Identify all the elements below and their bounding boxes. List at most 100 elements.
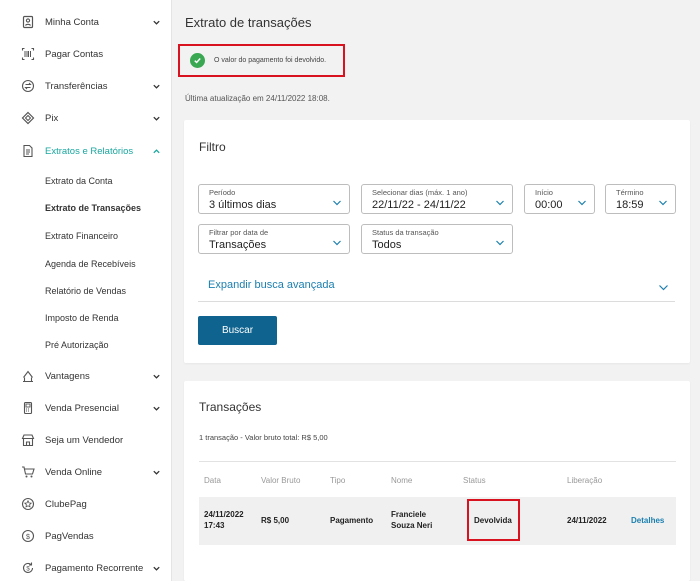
sidebar-item-minha-conta[interactable]: Minha Conta xyxy=(0,10,172,34)
field-label: Início xyxy=(535,188,553,197)
subitem-pre-autorizacao[interactable]: Pré Autorização xyxy=(45,338,109,352)
alert-message: O valor do pagamento foi devolvido. xyxy=(214,57,327,64)
sidebar: Minha Conta Pagar Contas Transferências … xyxy=(0,0,172,581)
sidebar-item-seja-vendedor[interactable]: Seja um Vendedor xyxy=(0,428,172,452)
sidebar-item-label: Transferências xyxy=(45,80,108,92)
chevron-down-icon xyxy=(151,17,161,27)
expand-label: Expandir busca avançada xyxy=(208,279,335,291)
sidebar-item-vantagens[interactable]: Vantagens xyxy=(0,364,172,388)
header-liberacao: Liberação xyxy=(567,476,603,485)
search-button[interactable]: Buscar xyxy=(198,316,277,345)
cell-liberacao: 24/11/2022 xyxy=(567,516,607,525)
status-highlight-box xyxy=(467,499,520,541)
sidebar-item-extratos-relatorios[interactable]: Extratos e Relatórios xyxy=(0,139,172,163)
subitem-extrato-transacoes[interactable]: Extrato de Transações xyxy=(45,201,141,215)
sidebar-item-label: Pagamento Recorrente xyxy=(45,562,144,574)
field-label: Selecionar dias (máx. 1 ano) xyxy=(372,188,468,197)
transactions-title: Transações xyxy=(199,400,262,414)
inicio-select[interactable]: Início 00:00 xyxy=(524,184,595,214)
barcode-icon xyxy=(20,46,36,62)
header-nome: Nome xyxy=(391,476,413,485)
success-alert: O valor do pagamento foi devolvido. xyxy=(178,44,345,77)
cell-nome-line1: Franciele xyxy=(391,510,427,519)
cell-nome-line2: Souza Neri xyxy=(391,521,433,530)
subitem-extrato-conta[interactable]: Extrato da Conta xyxy=(45,174,113,188)
chevron-down-icon xyxy=(151,563,161,573)
cell-valor-bruto: R$ 5,00 xyxy=(261,516,290,525)
field-value: 3 últimos dias xyxy=(209,199,277,211)
transactions-card: Transações 1 transação - Valor bruto tot… xyxy=(184,381,690,581)
field-value: 18:59 xyxy=(616,199,644,211)
table-divider xyxy=(199,461,676,462)
cart-icon xyxy=(20,464,36,480)
sidebar-item-label: Venda Online xyxy=(45,466,103,478)
chevron-down-icon xyxy=(151,467,161,477)
date-range-select[interactable]: Selecionar dias (máx. 1 ano) 22/11/22 - … xyxy=(361,184,513,214)
termino-select[interactable]: Término 18:59 xyxy=(605,184,676,214)
sidebar-item-label: PagVendas xyxy=(45,530,94,542)
sidebar-item-pagvendas[interactable]: $ PagVendas xyxy=(0,524,172,548)
chevron-down-icon xyxy=(577,195,587,206)
subitem-imposto-renda[interactable]: Imposto de Renda xyxy=(45,311,119,325)
sidebar-item-venda-presencial[interactable]: Venda Presencial xyxy=(0,396,172,420)
chevron-down-icon xyxy=(332,235,342,246)
sidebar-item-pix[interactable]: Pix xyxy=(0,106,172,130)
recurring-icon: $ xyxy=(20,560,36,576)
sidebar-item-label: Minha Conta xyxy=(45,16,99,28)
chevron-down-icon xyxy=(658,195,668,206)
expand-advanced-search[interactable]: Expandir busca avançada xyxy=(198,272,675,302)
field-value: 00:00 xyxy=(535,199,563,211)
chevron-down-icon xyxy=(151,371,161,381)
sidebar-item-clubepag[interactable]: ClubePag xyxy=(0,492,172,516)
chevron-down-icon xyxy=(332,195,342,206)
filter-title: Filtro xyxy=(199,140,226,154)
header-data: Data xyxy=(204,476,221,485)
chevron-down-icon xyxy=(151,81,161,91)
sidebar-item-label: Venda Presencial xyxy=(45,402,119,414)
header-tipo: Tipo xyxy=(330,476,346,485)
star-badge-icon xyxy=(20,496,36,512)
field-label: Status da transação xyxy=(372,228,439,237)
chevron-down-icon xyxy=(495,195,505,206)
card-machine-icon xyxy=(20,400,36,416)
field-label: Filtrar por data de xyxy=(209,228,269,237)
sidebar-item-venda-online[interactable]: Venda Online xyxy=(0,460,172,484)
page-title: Extrato de transações xyxy=(185,15,312,30)
header-status: Status xyxy=(463,476,486,485)
sidebar-item-label: Pagar Contas xyxy=(45,48,104,60)
cell-time: 17:43 xyxy=(204,521,225,530)
sidebar-item-label: ClubePag xyxy=(45,498,87,510)
gift-icon xyxy=(20,368,36,384)
sidebar-item-label: Vantagens xyxy=(45,370,90,382)
cell-tipo: Pagamento xyxy=(330,516,374,525)
cell-nome: Franciele Souza Neri xyxy=(391,509,432,531)
document-icon xyxy=(20,143,36,159)
field-label: Término xyxy=(616,188,644,197)
subitem-extrato-financeiro[interactable]: Extrato Financeiro xyxy=(45,229,118,243)
pix-icon xyxy=(20,110,36,126)
chevron-down-icon xyxy=(495,235,505,246)
subitem-relatorio-vendas[interactable]: Relatório de Vendas xyxy=(45,284,126,298)
chevron-up-icon xyxy=(151,146,161,156)
status-select[interactable]: Status da transação Todos xyxy=(361,224,513,254)
store-icon xyxy=(20,432,36,448)
field-value: 22/11/22 - 24/11/22 xyxy=(372,199,466,211)
filtrar-por-select[interactable]: Filtrar por data de Transações xyxy=(198,224,350,254)
sidebar-item-pagamento-recorrente[interactable]: $ Pagamento Recorrente xyxy=(0,556,172,580)
main-content: Extrato de transações O valor do pagamen… xyxy=(173,0,700,581)
details-link[interactable]: Detalhes xyxy=(631,515,664,526)
sidebar-item-transferencias[interactable]: Transferências xyxy=(0,74,172,98)
periodo-select[interactable]: Período 3 últimos dias xyxy=(198,184,350,214)
chevron-down-icon xyxy=(151,113,161,123)
sidebar-item-pagar-contas[interactable]: Pagar Contas xyxy=(0,42,172,66)
filter-card: Filtro Período 3 últimos dias Selecionar… xyxy=(184,120,690,363)
svg-text:$: $ xyxy=(26,534,30,541)
sidebar-item-label: Seja um Vendedor xyxy=(45,434,124,446)
chevron-down-icon xyxy=(151,403,161,413)
cell-data: 24/11/2022 17:43 xyxy=(204,509,244,531)
field-label: Período xyxy=(209,188,236,197)
check-circle-icon xyxy=(190,53,205,68)
subitem-agenda-recebiveis[interactable]: Agenda de Recebíveis xyxy=(45,257,136,271)
field-value: Todos xyxy=(372,239,402,251)
sidebar-item-label: Pix xyxy=(45,112,59,124)
